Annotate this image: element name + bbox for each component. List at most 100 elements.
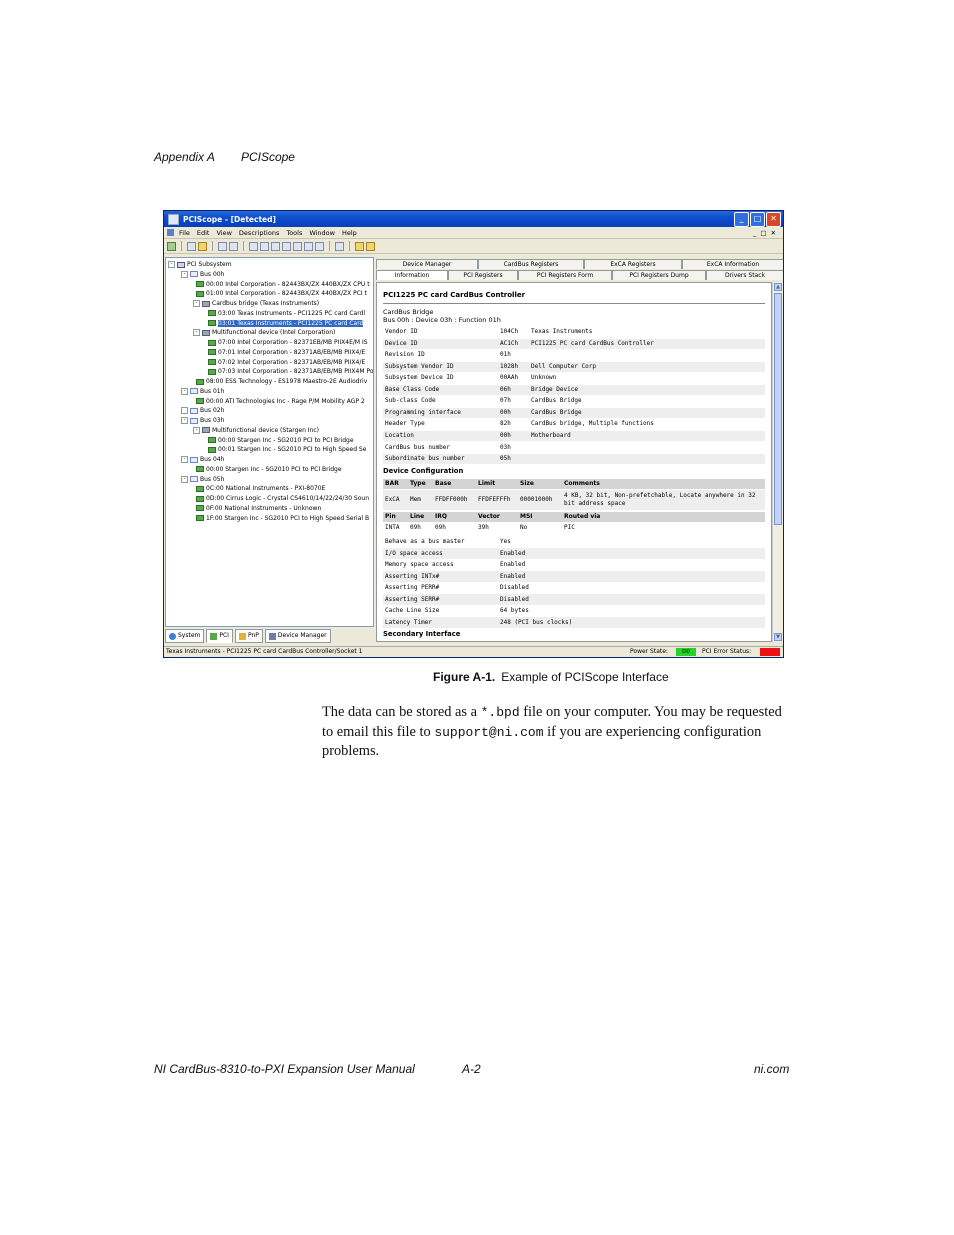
tree-item-label: Bus 03h xyxy=(200,417,225,424)
scan-icon[interactable] xyxy=(249,241,258,251)
behavior-value: Disabled xyxy=(500,595,529,603)
tab-device-manager[interactable]: Device Manager xyxy=(264,629,331,643)
expander-icon[interactable]: - xyxy=(181,270,188,278)
expander-icon[interactable]: - xyxy=(181,387,188,395)
menu-descriptions[interactable]: Descriptions xyxy=(239,229,279,237)
window-icon[interactable] xyxy=(335,241,344,251)
menu-edit[interactable]: Edit xyxy=(197,229,210,237)
tab-drivers-stack[interactable]: Drivers Stack xyxy=(706,270,783,280)
tree-item[interactable]: 00:00 Stargen Inc - SG2010 PCI to PCI Br… xyxy=(208,436,354,446)
tree-item[interactable]: 00:00 ATI Technologies Inc - Rage P/M Mo… xyxy=(196,397,365,407)
tab-exca-registers[interactable]: ExCA Registers xyxy=(584,259,682,269)
chip-icon xyxy=(196,466,204,473)
expander-icon[interactable]: - xyxy=(168,261,175,268)
tree-item[interactable]: - Multifunctional device (Intel Corporati… xyxy=(193,328,335,338)
tree-item[interactable]: - Bus 05h xyxy=(181,475,224,485)
property-description: Texas Instruments xyxy=(531,328,593,335)
chip-icon xyxy=(208,446,216,453)
tab-pnp[interactable]: PnP xyxy=(234,629,263,643)
folder-open-icon[interactable] xyxy=(366,241,375,251)
tree-item[interactable]: 07:00 Intel Corporation - 82371EB/MB PII… xyxy=(208,338,368,348)
tree-item[interactable]: 00:01 Stargen Inc - SG2010 PCI to High S… xyxy=(208,445,366,455)
scroll-up-icon[interactable]: ▲ xyxy=(774,283,782,291)
scroll-thumb[interactable] xyxy=(774,293,782,525)
minimize-button[interactable]: _ xyxy=(734,211,749,227)
device-icon[interactable] xyxy=(260,241,269,251)
tree-item[interactable]: 03:01 Texas Instruments - PCI1225 PC car… xyxy=(208,319,364,329)
tree-item[interactable]: 00:00 Stargen Inc - SG2010 PCI to PCI Br… xyxy=(196,465,342,475)
tree-item[interactable]: 01:00 Intel Corporation - 82443BX/ZX 440… xyxy=(196,289,367,299)
bar-header-cell: Comments xyxy=(564,480,600,487)
interrupt-header-cell: Routed via xyxy=(564,513,601,520)
tree-item[interactable]: 0D:00 Cirrus Logic - Crystal CS4610/14/2… xyxy=(196,494,369,504)
behavior-row: Memory space access Enabled xyxy=(383,559,765,571)
tab-device-manager-top[interactable]: Device Manager xyxy=(376,259,478,269)
memory-icon[interactable] xyxy=(271,241,280,251)
tab-pci-registers-dump[interactable]: PCI Registers Dump xyxy=(612,270,706,280)
save-icon[interactable] xyxy=(187,241,196,251)
tree-item[interactable]: 0F:00 National Instruments - Unknown xyxy=(196,504,321,514)
mdi-controls[interactable]: _□✕ xyxy=(753,229,780,237)
tab-exca-information[interactable]: ExCA Information xyxy=(682,259,783,269)
tree-item[interactable]: 03:00 Texas Instruments - PCI1225 PC car… xyxy=(208,309,365,319)
tab-pci-registers[interactable]: PCI Registers xyxy=(448,270,518,280)
tree-item[interactable]: 07:02 Intel Corporation - 82371AB/EB/MB … xyxy=(208,358,365,368)
expander-icon[interactable]: - xyxy=(181,475,188,483)
export-icon[interactable] xyxy=(315,241,324,251)
tree-item[interactable]: - Bus 03h xyxy=(181,416,224,426)
tab-pci-registers-form[interactable]: PCI Registers Form xyxy=(518,270,612,280)
behavior-name: Memory space access xyxy=(385,561,454,569)
menu-tools[interactable]: Tools xyxy=(286,229,302,237)
property-name: Location xyxy=(385,431,414,439)
tree-item[interactable]: 00:00 Intel Corporation - 82443BX/ZX 440… xyxy=(196,280,370,290)
close-button[interactable]: ✕ xyxy=(766,211,781,227)
tab-system[interactable]: System xyxy=(165,629,205,643)
expander-icon[interactable]: - xyxy=(193,329,200,337)
tree-item[interactable]: 08:00 ESS Technology - ES1978 Maestro-2E… xyxy=(196,377,367,387)
expander-icon[interactable]: - xyxy=(193,300,200,307)
interrupt-cell: No xyxy=(520,524,528,531)
tree-item[interactable]: - PCI Subsystem xyxy=(168,260,232,270)
tree-item-label: 0F:00 National Instruments - Unknown xyxy=(206,504,322,512)
tree-item[interactable]: - Bus 00h xyxy=(181,270,224,280)
tree-item[interactable]: 07:01 Intel Corporation - 82371AB/EB/MB … xyxy=(208,348,365,358)
tree-item[interactable]: 1F:00 Stargen Inc - SG2010 PCI to High S… xyxy=(196,514,369,524)
tree-item[interactable]: - Multifunctional device (Stargen Inc) xyxy=(193,426,319,436)
menu-help[interactable]: Help xyxy=(342,229,357,237)
copy-icon[interactable] xyxy=(218,241,227,251)
search-icon[interactable] xyxy=(282,241,291,251)
refresh-icon[interactable] xyxy=(167,241,176,251)
menu-window[interactable]: Window xyxy=(309,229,335,237)
open-icon[interactable] xyxy=(198,241,207,251)
scroll-down-icon[interactable]: ▼ xyxy=(774,633,782,641)
tree-item[interactable]: - Cardbus bridge (Texas Instruments) xyxy=(193,299,319,309)
chip-icon xyxy=(208,359,216,365)
tree-item[interactable]: Bus 02h xyxy=(181,406,224,416)
behavior-name: Asserting PERR# xyxy=(385,584,440,592)
behavior-row: Asserting INTx# Enabled xyxy=(383,570,765,583)
maximize-button[interactable]: □ xyxy=(750,211,765,227)
registers-icon[interactable] xyxy=(293,241,302,251)
expander-icon[interactable]: - xyxy=(181,456,188,463)
menu-file[interactable]: File xyxy=(179,229,190,237)
expander-icon[interactable]: - xyxy=(181,417,188,424)
tree-icon[interactable] xyxy=(304,241,313,251)
tree-item[interactable]: - Bus 04h xyxy=(181,455,224,465)
pci-tree[interactable]: 1F:00 Stargen Inc - SG2010 PCI to High S… xyxy=(165,257,374,627)
expander-icon[interactable]: - xyxy=(193,426,200,434)
tab-pci[interactable]: PCI xyxy=(206,629,233,643)
menu-view[interactable]: View xyxy=(216,229,231,237)
folder-icon[interactable] xyxy=(355,241,364,251)
tree-item[interactable]: 0C:00 National Instruments - PXI-8070E xyxy=(196,484,325,494)
tree-item-label: 01:00 Intel Corporation - 82443BX/ZX 440… xyxy=(206,290,367,298)
paste-icon[interactable] xyxy=(229,241,238,251)
tree-item-label: Cardbus bridge (Texas Instruments) xyxy=(212,300,320,307)
content-vertical-scrollbar[interactable]: ▲ ▼ xyxy=(772,282,783,642)
expander-icon[interactable] xyxy=(181,407,188,415)
tab-information[interactable]: Information xyxy=(376,270,448,280)
tab-cardbus-registers[interactable]: CardBus Registers xyxy=(478,259,584,269)
property-name: Header Type xyxy=(385,420,425,428)
tree-item[interactable]: - Bus 01h xyxy=(181,387,224,397)
property-row: Subsystem Vendor ID 1028h Dell Computer Co… xyxy=(383,361,765,372)
tree-item[interactable]: 07:03 Intel Corporation - 82371AB/EB/MB … xyxy=(208,367,373,377)
